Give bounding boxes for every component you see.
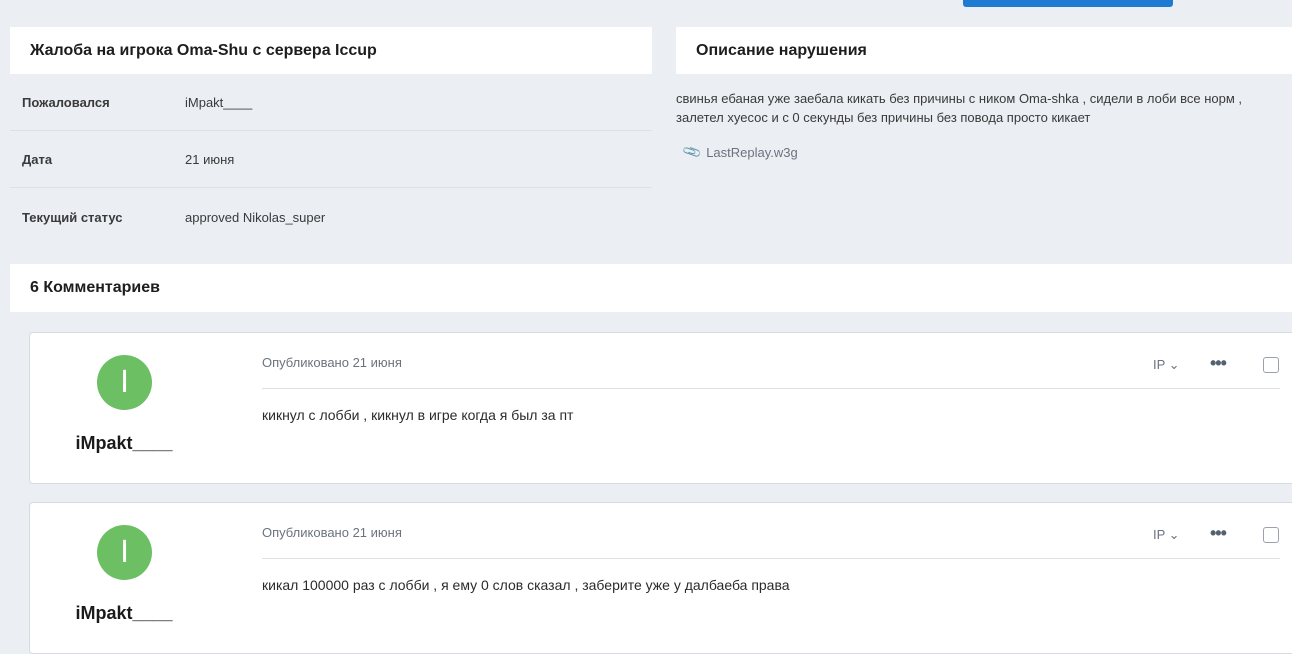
select-checkbox[interactable] [1263, 527, 1279, 543]
divider [262, 558, 1280, 559]
comment-meta: Опубликовано 21 июня [262, 525, 402, 540]
report-row-status: Текущий статус approved Nikolas_super [10, 189, 652, 245]
comments-title: 6 Комментариев [10, 264, 1292, 312]
avatar[interactable]: I [97, 525, 152, 580]
select-checkbox[interactable] [1263, 357, 1279, 373]
avatar[interactable]: I [97, 355, 152, 410]
report-title: Жалоба на игрока Oma-Shu с сервера Iccup [10, 27, 652, 74]
comment-text: кикал 100000 раз с лобби , я ему 0 слов … [262, 577, 790, 593]
attachment-link[interactable]: 📎 LastReplay.w3g [681, 141, 798, 163]
row-value: approved Nikolas_super [185, 209, 326, 225]
comment-author[interactable]: iMpakt____ [30, 433, 218, 454]
more-options-icon[interactable]: ••• [1210, 353, 1227, 374]
divider [262, 388, 1280, 389]
comment-card: I iMpakt____ Опубликовано 21 июня IP ⌄ •… [29, 502, 1292, 654]
top-action-button[interactable] [963, 0, 1173, 7]
row-value: iMpakt____ [185, 95, 253, 110]
paperclip-icon: 📎 [681, 141, 703, 163]
more-options-icon[interactable]: ••• [1210, 523, 1227, 544]
row-value: 21 июня [185, 152, 235, 167]
ip-dropdown[interactable]: IP ⌄ [1153, 357, 1180, 373]
report-row-date: Дата 21 июня [10, 132, 652, 188]
comment-author[interactable]: iMpakt____ [30, 603, 218, 624]
description-text: свинья ебаная уже заебала кикать без при… [676, 91, 1243, 125]
attachment-filename[interactable]: LastReplay.w3g [706, 145, 798, 160]
row-label: Текущий статус [22, 209, 123, 225]
comment-meta: Опубликовано 21 июня [262, 355, 402, 370]
row-label: Пожаловался [22, 95, 110, 110]
ip-dropdown[interactable]: IP ⌄ [1153, 527, 1180, 543]
comment-card: I iMpakt____ Опубликовано 21 июня IP ⌄ •… [29, 332, 1292, 484]
report-row-complainant: Пожаловался iMpakt____ [10, 75, 652, 131]
comment-text: кикнул с лобби , кикнул в игре когда я б… [262, 407, 574, 423]
row-label: Дата [22, 152, 53, 167]
description-title: Описание нарушения [676, 27, 1292, 74]
